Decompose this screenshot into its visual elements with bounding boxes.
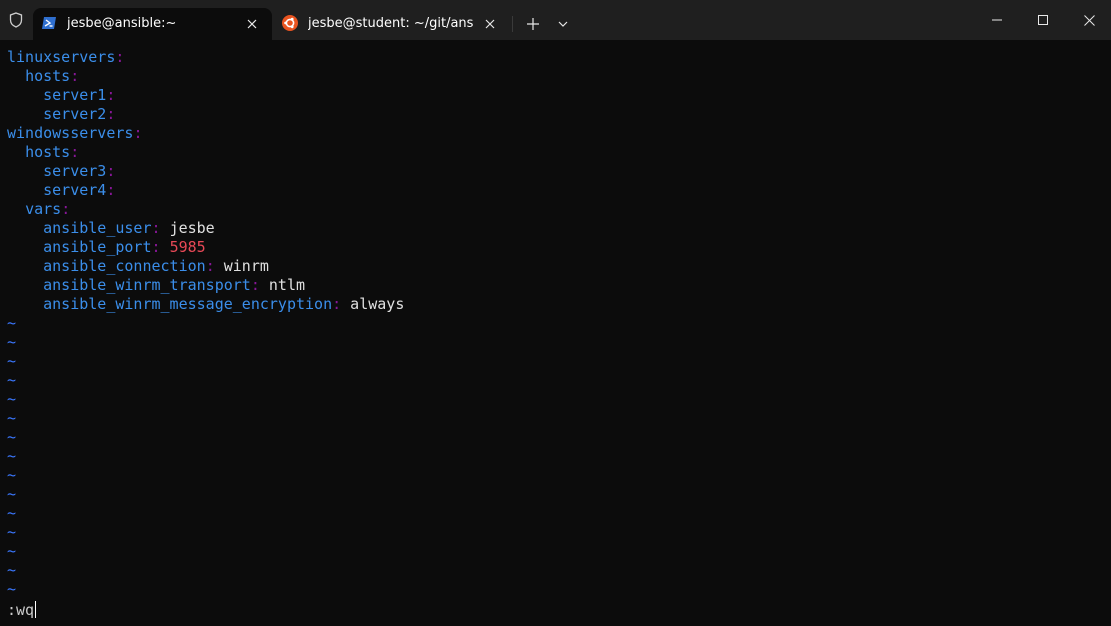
empty-line-marker: ~ <box>7 466 17 484</box>
empty-line-marker: ~ <box>7 333 17 351</box>
empty-line-marker: ~ <box>7 485 17 503</box>
editor-line: hosts: <box>7 67 79 86</box>
editor-line: ansible_port: 5985 <box>7 238 206 257</box>
yaml-colon: : <box>250 276 260 294</box>
empty-line-marker: ~ <box>7 561 17 579</box>
command-line[interactable]: :wq <box>7 601 37 620</box>
yaml-key: ansible_port <box>43 238 152 256</box>
yaml-colon: : <box>133 124 143 142</box>
empty-line-marker: ~ <box>7 580 17 598</box>
title-bar: jesbe@ansible:~ jesbe@student: ~/git/ans… <box>0 0 1111 40</box>
maximize-button[interactable] <box>1020 0 1066 40</box>
editor-line: server1: <box>7 86 115 105</box>
yaml-value: always <box>350 295 405 313</box>
yaml-key: server2 <box>43 105 107 123</box>
minimize-button[interactable] <box>974 0 1020 40</box>
yaml-key: hosts <box>25 143 71 161</box>
editor-line: ansible_winrm_transport: ntlm <box>7 276 305 295</box>
yaml-key: ansible_winrm_message_encryption <box>43 295 333 313</box>
yaml-key: ansible_user <box>43 219 152 237</box>
terminal-editor[interactable]: linuxservers: hosts: server1: server2: wi… <box>0 40 1111 626</box>
empty-line-marker: ~ <box>7 409 17 427</box>
yaml-colon: : <box>106 181 116 199</box>
empty-line-marker: ~ <box>7 428 17 446</box>
editor-line: windowsservers: <box>7 124 142 143</box>
close-window-button[interactable] <box>1066 0 1111 40</box>
new-tab-button[interactable] <box>518 8 548 40</box>
yaml-key: linuxservers <box>7 48 116 66</box>
yaml-value: ntlm <box>268 276 306 294</box>
empty-line-marker: ~ <box>7 371 17 389</box>
editor-line: ansible_user: jesbe <box>7 219 215 238</box>
empty-line-marker: ~ <box>7 314 17 332</box>
tab-separator <box>512 16 513 32</box>
editor-line: server3: <box>7 162 115 181</box>
yaml-value: winrm <box>223 257 269 275</box>
yaml-colon: : <box>115 48 125 66</box>
yaml-key: server1 <box>43 86 107 104</box>
tab-label: jesbe@student: ~/git/ansiblec <box>308 16 473 31</box>
close-tab-icon[interactable] <box>244 16 260 32</box>
yaml-value: 5985 <box>169 238 206 256</box>
empty-line-marker: ~ <box>7 542 17 560</box>
yaml-key: server4 <box>43 181 107 199</box>
empty-line-marker: ~ <box>7 504 17 522</box>
empty-line-marker: ~ <box>7 447 17 465</box>
editor-line: server4: <box>7 181 115 200</box>
yaml-value: jesbe <box>169 219 215 237</box>
tab-student[interactable]: jesbe@student: ~/git/ansiblec <box>274 8 510 40</box>
yaml-colon: : <box>151 238 161 256</box>
command-text: :wq <box>7 601 35 619</box>
yaml-colon: : <box>70 143 80 161</box>
shield-icon[interactable] <box>0 0 32 40</box>
yaml-colon: : <box>332 295 342 313</box>
yaml-key: hosts <box>25 67 71 85</box>
editor-line: vars: <box>7 200 70 219</box>
yaml-colon: : <box>106 105 116 123</box>
close-icon <box>1083 14 1095 26</box>
editor-line: ansible_connection: winrm <box>7 257 269 276</box>
editor-line: linuxservers: <box>7 48 124 67</box>
yaml-key: server3 <box>43 162 107 180</box>
editor-line: server2: <box>7 105 115 124</box>
text-cursor <box>35 601 37 618</box>
empty-line-marker: ~ <box>7 352 17 370</box>
powershell-icon <box>41 15 57 31</box>
plus-icon <box>527 18 539 30</box>
tab-ansible[interactable]: jesbe@ansible:~ <box>33 8 272 40</box>
minimize-icon <box>992 19 1002 21</box>
close-tab-icon[interactable] <box>482 16 498 32</box>
yaml-colon: : <box>61 200 71 218</box>
empty-line-marker: ~ <box>7 523 17 541</box>
yaml-colon: : <box>151 219 161 237</box>
editor-line: hosts: <box>7 143 79 162</box>
chevron-down-icon <box>558 21 568 27</box>
yaml-key: ansible_connection <box>43 257 206 275</box>
yaml-key: ansible_winrm_transport <box>43 276 251 294</box>
empty-line-marker: ~ <box>7 390 17 408</box>
ubuntu-icon <box>282 15 298 31</box>
tab-label: jesbe@ansible:~ <box>67 16 177 31</box>
tab-dropdown-button[interactable] <box>548 8 578 40</box>
editor-line: ansible_winrm_message_encryption: always <box>7 295 404 314</box>
yaml-colon: : <box>70 67 80 85</box>
maximize-icon <box>1038 15 1048 25</box>
yaml-colon: : <box>205 257 215 275</box>
yaml-colon: : <box>106 86 116 104</box>
yaml-key: vars <box>25 200 62 218</box>
yaml-colon: : <box>106 162 116 180</box>
yaml-key: windowsservers <box>7 124 134 142</box>
